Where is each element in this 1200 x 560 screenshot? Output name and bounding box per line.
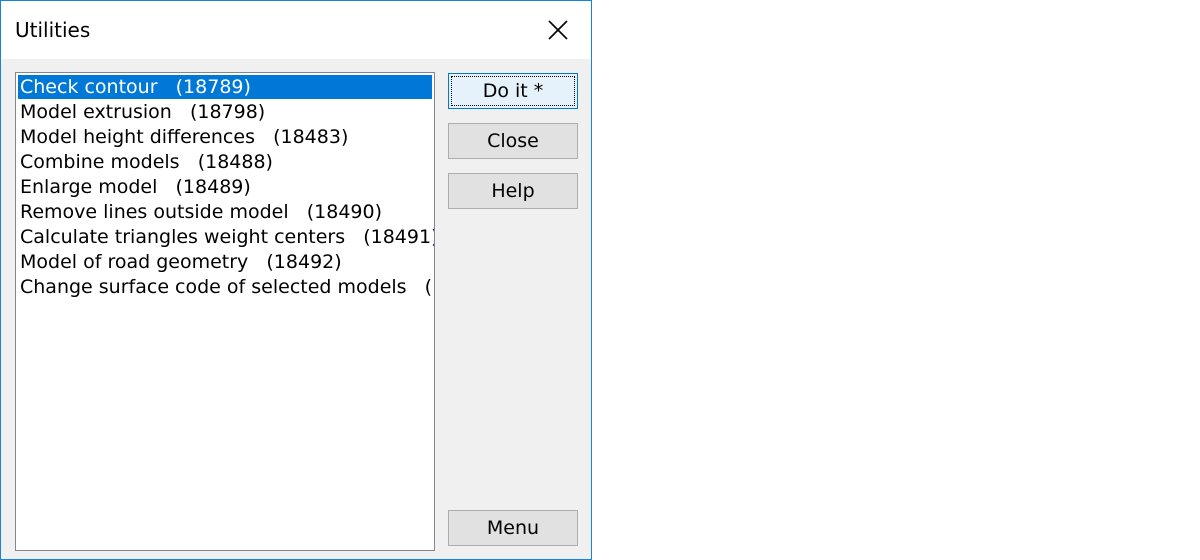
menu-label: Menu — [486, 517, 540, 539]
list-item[interactable]: Model of road geometry (18492) — [18, 250, 342, 274]
help-button[interactable]: Help — [448, 173, 578, 209]
do-it-button[interactable]: Do it * — [448, 73, 578, 109]
window-title: Utilities — [15, 18, 91, 42]
utilities-listbox[interactable]: Check contour (18789) Model extrusion (1… — [15, 72, 435, 551]
title-bar: Utilities — [1, 1, 591, 59]
close-button[interactable]: Close — [448, 123, 578, 159]
list-item[interactable]: Check contour (18789) — [18, 75, 432, 99]
list-item[interactable]: Remove lines outside model (18490) — [18, 200, 382, 224]
list-item[interactable]: Enlarge model (18489) — [18, 175, 251, 199]
list-item[interactable]: Change surface code of selected models (… — [18, 275, 434, 299]
list-item[interactable]: Calculate triangles weight centers (1849… — [18, 225, 434, 249]
list-item[interactable]: Model extrusion (18798) — [18, 100, 265, 124]
do-it-label: Do it * — [482, 80, 544, 102]
list-item[interactable]: Combine models (18488) — [18, 150, 273, 174]
close-window-button[interactable] — [531, 9, 585, 51]
list-item[interactable]: Model height differences (18483) — [18, 125, 348, 149]
menu-button[interactable]: Menu — [448, 510, 578, 546]
close-icon — [548, 20, 568, 40]
help-label: Help — [491, 180, 535, 202]
utilities-dialog: Utilities Check contour (18789) Model ex… — [0, 0, 592, 560]
close-label: Close — [487, 130, 539, 152]
